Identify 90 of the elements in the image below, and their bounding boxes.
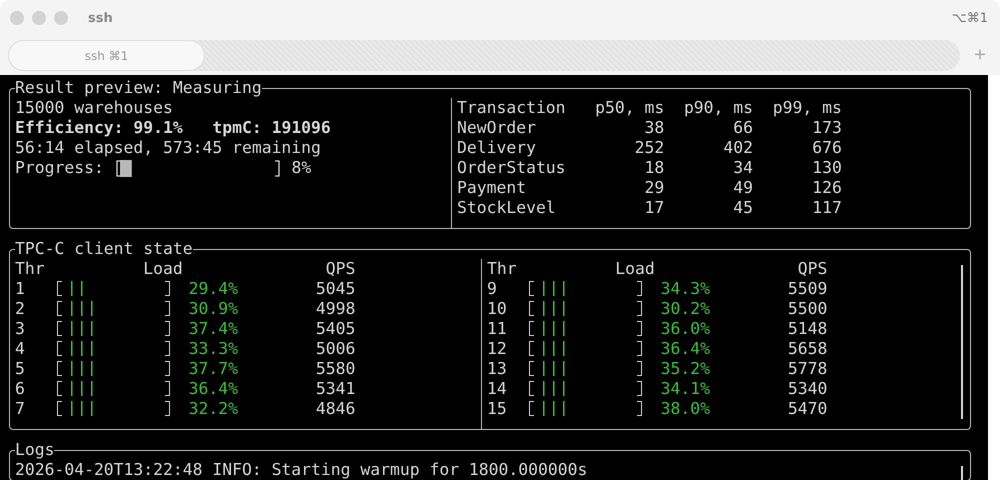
load-percent: 29.4% <box>188 279 239 299</box>
qps-value: 5405 <box>314 319 356 339</box>
table-cell-text: 45 <box>732 198 754 218</box>
progress-percent: 8% <box>292 158 312 178</box>
table-cell-text: Delivery <box>457 138 537 158</box>
qps-value: 5580 <box>314 359 356 379</box>
load-percent: 36.0% <box>660 319 711 339</box>
progress-label: Progress: <box>15 158 104 178</box>
load-percent: 33.3% <box>188 339 239 359</box>
column-header: QPS <box>324 259 356 279</box>
thread-id: 5 <box>15 359 26 379</box>
qps-value: 5045 <box>314 279 356 299</box>
thread-id: 10 <box>487 299 508 319</box>
efficiency-value: Efficiency: 99.1% <box>15 118 183 137</box>
thread-id: 14 <box>487 379 508 399</box>
close-button[interactable] <box>10 11 24 25</box>
thread-id: 2 <box>15 299 26 319</box>
table-cell-text: 34 <box>732 158 754 178</box>
thread-id: 3 <box>15 319 26 339</box>
qps-value: 5470 <box>786 399 828 419</box>
load-percent: 30.9% <box>188 299 239 319</box>
shortcut-label: ⌥⌘1 <box>952 10 988 26</box>
thread-id: 7 <box>15 399 26 419</box>
log-line: 2026-04-20T13:22:48 INFO: Starting warmup for 1800.000000s <box>15 460 588 480</box>
panel-title: Result preview: Measuring <box>15 78 262 98</box>
load-percent: 34.3% <box>660 279 711 299</box>
column-header: Thr <box>487 259 518 279</box>
table-cell-text: NewOrder <box>457 118 537 138</box>
table-cell-text: 126 <box>811 178 842 198</box>
thread-id: 1 <box>15 279 26 299</box>
load-percent: 34.1% <box>660 379 711 399</box>
load-percent: 37.4% <box>188 319 239 339</box>
table-cell-text: 17 <box>643 198 664 218</box>
column-header: p90, ms <box>682 98 754 118</box>
window-title: ssh <box>88 10 114 26</box>
thread-id: 4 <box>15 339 26 359</box>
panel-title: Logs <box>15 440 54 460</box>
table-cell-text: 29 <box>643 178 664 198</box>
column-header: Thr <box>15 259 46 279</box>
scrollbar <box>961 466 963 480</box>
load-percent: 32.2% <box>188 399 239 419</box>
column-header: p50, ms <box>594 98 664 118</box>
thread-id: 6 <box>15 379 26 399</box>
new-tab-button[interactable]: + <box>968 44 992 67</box>
load-percent: 35.2% <box>660 359 711 379</box>
table-cell-text: Payment <box>457 178 528 198</box>
thread-id: 12 <box>487 339 508 359</box>
qps-value: 5148 <box>786 319 828 339</box>
load-percent: 37.7% <box>188 359 239 379</box>
thread-id: 9 <box>487 279 498 299</box>
table-cell-text: 18 <box>643 158 664 178</box>
thread-id: 13 <box>487 359 508 379</box>
load-percent: 30.2% <box>660 299 711 319</box>
minimize-button[interactable] <box>32 11 46 25</box>
qps-value: 5509 <box>786 279 828 299</box>
qps-value: 5500 <box>786 299 828 319</box>
elapsed-time: 56:14 elapsed, 573:45 remaining <box>15 138 322 158</box>
table-cell-text: 252 <box>634 138 664 158</box>
table-cell-text: 38 <box>643 118 664 138</box>
column-header: Transaction <box>457 98 567 118</box>
zoom-button[interactable] <box>54 11 68 25</box>
table-cell-text: 49 <box>732 178 754 198</box>
table-cell-text: 66 <box>732 118 754 138</box>
table-cell-text: 130 <box>811 158 842 178</box>
load-percent: 38.0% <box>660 399 711 419</box>
column-header: QPS <box>796 259 828 279</box>
thread-id: 15 <box>487 399 508 419</box>
table-cell-text: 117 <box>811 198 842 218</box>
column-header: p99, ms <box>772 98 842 118</box>
column-header: Load <box>142 259 183 279</box>
qps-value: 5778 <box>786 359 828 379</box>
qps-value: 5341 <box>314 379 356 399</box>
table-cell-text: OrderStatus <box>457 158 567 178</box>
qps-value: 4998 <box>314 299 356 319</box>
table-cell-text: 676 <box>811 138 842 158</box>
column-header: Load <box>614 259 655 279</box>
load-percent: 36.4% <box>188 379 239 399</box>
qps-value: 4846 <box>314 399 356 419</box>
table-cell-text: 402 <box>722 138 754 158</box>
panel-title: TPC-C client state <box>15 239 193 259</box>
qps-value: 5340 <box>786 379 828 399</box>
table-cell-text: 173 <box>811 118 842 138</box>
qps-value: 5658 <box>786 339 828 359</box>
table-cell-text: StockLevel <box>457 198 557 218</box>
warehouse-count: 15000 warehouses <box>15 98 174 118</box>
qps-value: 5006 <box>314 339 356 359</box>
load-percent: 36.4% <box>660 339 711 359</box>
tab[interactable]: ssh ⌘1 <box>8 40 205 71</box>
tpmc-value: tpmC: 191096 <box>212 118 331 137</box>
thread-id: 11 <box>487 319 508 339</box>
